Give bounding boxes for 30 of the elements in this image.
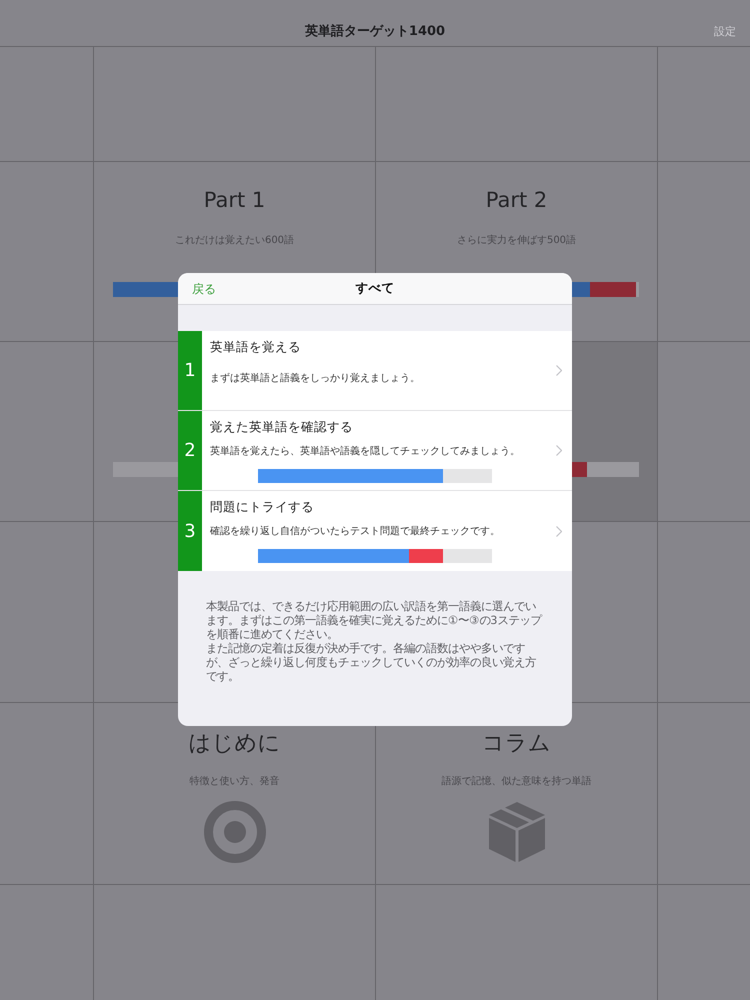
chevron-icon <box>556 445 562 456</box>
step-number: 1 <box>178 331 202 410</box>
card-subtitle: さらに実力を伸ばす500語 <box>456 234 576 247</box>
menu-cell[interactable]: はじめに 特徴と使い方、発音 <box>94 703 375 884</box>
step-number: 3 <box>178 491 202 571</box>
step-title: 問題にトライする <box>210 499 314 515</box>
step-description: 英単語を覚えたら、英単語や語義を隠してチェックしてみましょう。 <box>210 445 520 459</box>
step-title: 英単語を覚える <box>210 339 301 355</box>
step-description: まずは英単語と語義をしっかり覚えましょう。 <box>210 372 420 386</box>
step-number: 2 <box>178 411 202 490</box>
target-icon <box>204 801 266 863</box>
step-title: 覚えた英単語を確認する <box>210 419 353 435</box>
card-title: Part 1 <box>204 188 266 212</box>
step-row[interactable]: 1 英単語を覚える まずは英単語と語義をしっかり覚えましょう。 <box>178 331 572 411</box>
note-text: また記憶の定着は反復が決め手です。各編の語数はやや多いですが、ざっと繰り返し何度もチェックしていくのが効率の良い覚え方です。 <box>206 642 537 684</box>
chevron-icon <box>556 365 562 376</box>
step-row[interactable]: 2 覚えた英単語を確認する 英単語を覚えたら、英単語や語義を隠してチェックしてみましょう。 <box>178 411 572 491</box>
settings-button[interactable]: 設定 <box>714 24 736 39</box>
card-subtitle: 語源で記憶、似た意味を持つ単語 <box>442 774 592 788</box>
app-title: 英単語ターゲット1400 <box>304 23 446 40</box>
card-subtitle: これだけは覚えたい600語 <box>174 234 294 247</box>
card-title: はじめに <box>188 730 280 758</box>
card-subtitle: 特徴と使い方、発音 <box>190 774 280 788</box>
menu-cell[interactable]: コラム 語源で記憶、似た意味を持つ単語 <box>376 703 657 884</box>
card-title: コラム <box>482 730 551 758</box>
step-description: 確認を繰り返し自信がついたらテスト問題で最終チェックです。 <box>210 525 500 539</box>
note-text: 本製品では、できるだけ応用範囲の広い訳語を第一語義に選んでいます。まずはこの第一語義を確実に覚えるために①〜③の3ステップを順番に進めてください。 <box>206 600 544 642</box>
back-button[interactable]: 戻る <box>192 281 216 298</box>
card-title: Part 2 <box>486 188 548 212</box>
chevron-icon <box>556 526 562 536</box>
